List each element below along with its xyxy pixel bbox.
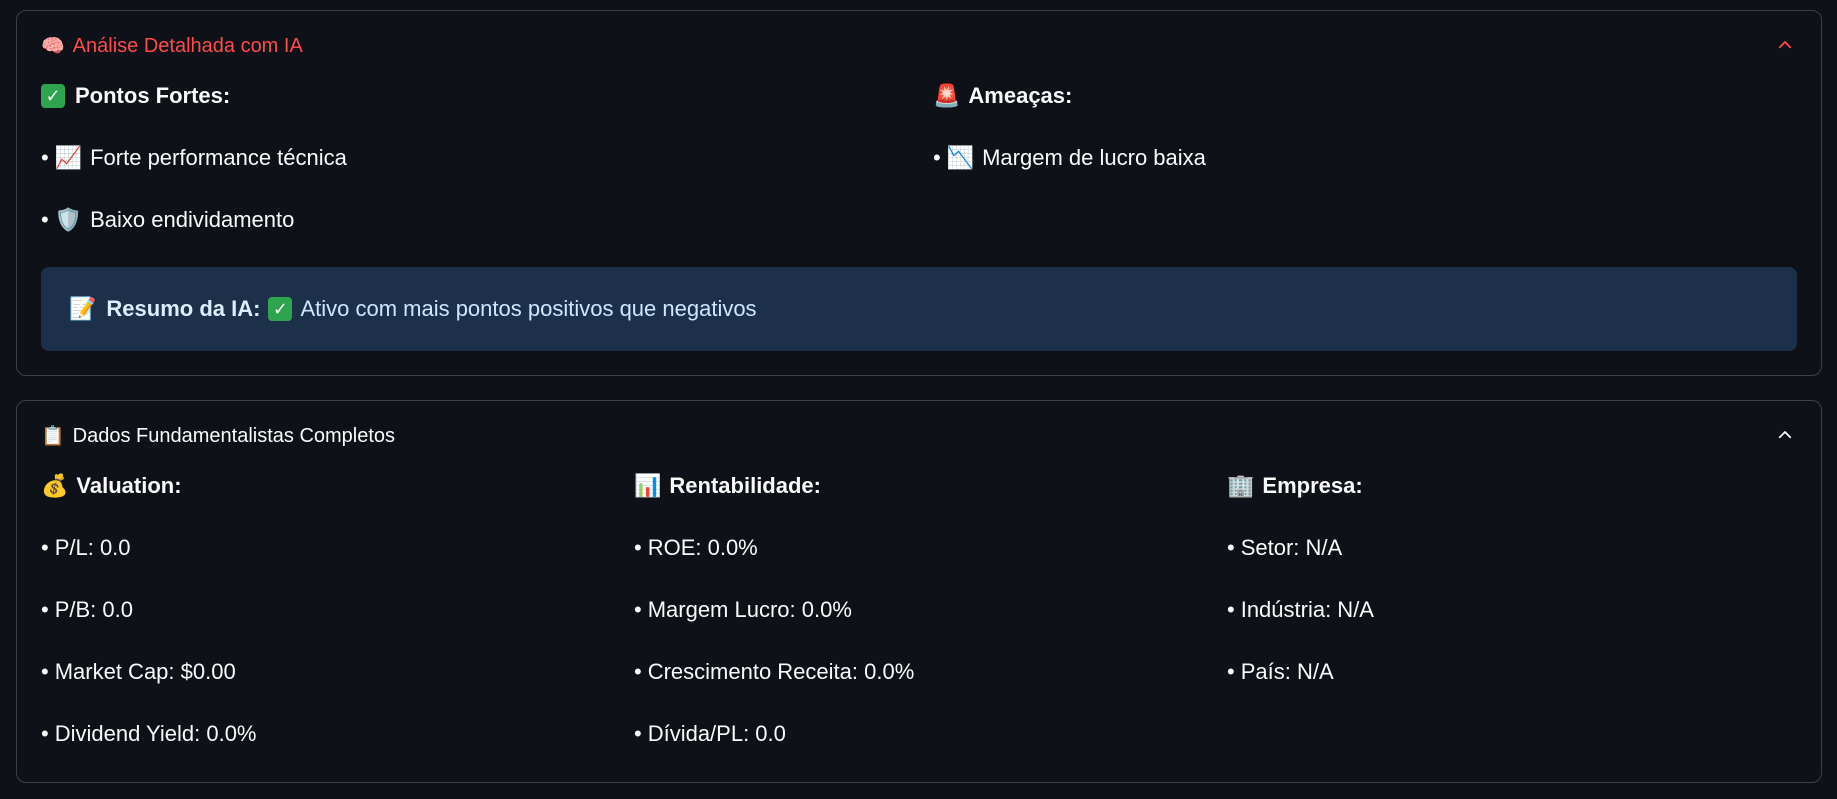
company-column: 🏢 Empresa: • Setor: N/A • Indústria: N/A •… — [1227, 471, 1374, 687]
strengths-title-text: Pontos Fortes: — [75, 83, 231, 108]
summary-text: Ativo com mais pontos positivos que nega… — [300, 296, 757, 321]
memo-icon: 📝 — [69, 296, 97, 321]
list-item: • Market Cap: $0.00 — [41, 657, 257, 687]
chart-increasing-icon: 📈 — [54, 145, 83, 170]
bullet-dot: • — [41, 207, 49, 232]
list-item: • P/B: 0.0 — [41, 595, 257, 625]
company-title: 🏢 Empresa: — [1227, 471, 1374, 501]
chevron-up-icon[interactable] — [1773, 33, 1797, 57]
bullet-dot: • — [1227, 535, 1235, 560]
shield-icon: 🛡️ — [54, 207, 83, 232]
valuation-item: P/L: 0.0 — [54, 535, 131, 560]
list-item: • P/L: 0.0 — [41, 533, 257, 563]
ai-analysis-expander-header[interactable]: 🧠 Análise Detalhada com IA — [41, 31, 1797, 61]
bullet-dot: • — [41, 597, 49, 622]
fundamentals-expander-header[interactable]: 📋 Dados Fundamentalistas Completos — [41, 421, 1797, 451]
ai-analysis-title: Análise Detalhada com IA — [72, 35, 303, 57]
threats-title: 🚨 Ameaças: — [933, 81, 1206, 111]
bullet-dot: • — [41, 659, 49, 684]
list-item: • País: N/A — [1227, 657, 1374, 687]
chevron-up-icon[interactable] — [1773, 423, 1797, 447]
ai-analysis-expander: 🧠 Análise Detalhada com IA ✓ Pontos Fort… — [16, 10, 1822, 376]
bullet-dot: • — [634, 597, 642, 622]
summary-title: Resumo da IA: — [106, 296, 261, 321]
profitability-title: 📊 Rentabilidade: — [634, 471, 914, 501]
bullet-dot: • — [41, 145, 49, 170]
profitability-item: ROE: 0.0% — [647, 535, 758, 560]
strength-text: Baixo endividamento — [90, 207, 295, 232]
bullet-dot: • — [634, 721, 642, 746]
list-item: • Indústria: N/A — [1227, 595, 1374, 625]
valuation-title: 💰 Valuation: — [41, 471, 257, 501]
valuation-title-text: Valuation: — [76, 473, 182, 498]
valuation-item: Dividend Yield: 0.0% — [54, 721, 257, 746]
money-bag-icon: 💰 — [41, 473, 69, 498]
check-badge-icon: ✓ — [41, 84, 65, 108]
ai-summary-box: 📝 Resumo da IA: ✓ Ativo com mais pontos … — [41, 267, 1797, 351]
strength-text: Forte performance técnica — [90, 145, 347, 170]
bar-chart-icon: 📊 — [634, 473, 662, 498]
bullet-dot: • — [634, 535, 642, 560]
valuation-column: 💰 Valuation: • P/L: 0.0 • P/B: 0.0 • Market… — [41, 471, 257, 749]
company-item: Setor: N/A — [1240, 535, 1343, 560]
threat-text: Margem de lucro baixa — [982, 145, 1206, 170]
valuation-item: P/B: 0.0 — [54, 597, 133, 622]
chart-decreasing-icon: 📉 — [946, 145, 975, 170]
fundamentals-expander: 📋 Dados Fundamentalistas Completos 💰 Val… — [16, 400, 1822, 783]
check-badge-icon: ✓ — [268, 297, 293, 321]
bullet-dot: • — [1227, 659, 1235, 684]
bullet-dot: • — [41, 535, 49, 560]
profitability-column: 📊 Rentabilidade: • ROE: 0.0% • Margem Lucr… — [634, 471, 914, 749]
threats-column: 🚨 Ameaças: • 📉 Margem de lucro baixa — [933, 81, 1206, 173]
bullet-dot: • — [933, 145, 941, 170]
list-item: • 📈 Forte performance técnica — [41, 143, 347, 173]
profitability-title-text: Rentabilidade: — [669, 473, 821, 498]
fundamentals-title: Dados Fundamentalistas Completos — [72, 425, 396, 447]
profitability-item: Margem Lucro: 0.0% — [647, 597, 852, 622]
profitability-item: Dívida/PL: 0.0 — [647, 721, 786, 746]
strengths-column: ✓ Pontos Fortes: • 📈 Forte performance t… — [41, 81, 347, 235]
company-item: País: N/A — [1240, 659, 1334, 684]
brain-icon: 🧠 — [41, 35, 65, 57]
bullet-dot: • — [1227, 597, 1235, 622]
list-item: • 📉 Margem de lucro baixa — [933, 143, 1206, 173]
siren-icon: 🚨 — [933, 83, 961, 108]
list-item: • 🛡️ Baixo endividamento — [41, 205, 347, 235]
company-item: Indústria: N/A — [1240, 597, 1374, 622]
profitability-item: Crescimento Receita: 0.0% — [647, 659, 915, 684]
bullet-dot: • — [634, 659, 642, 684]
list-item: • Dívida/PL: 0.0 — [634, 719, 914, 749]
threats-title-text: Ameaças: — [968, 83, 1073, 108]
bullet-dot: • — [41, 721, 49, 746]
list-item: • ROE: 0.0% — [634, 533, 914, 563]
list-item: • Crescimento Receita: 0.0% — [634, 657, 914, 687]
company-title-text: Empresa: — [1262, 473, 1363, 498]
strengths-title: ✓ Pontos Fortes: — [41, 81, 347, 111]
clipboard-icon: 📋 — [41, 425, 65, 447]
list-item: • Setor: N/A — [1227, 533, 1374, 563]
list-item: • Dividend Yield: 0.0% — [41, 719, 257, 749]
valuation-item: Market Cap: $0.00 — [54, 659, 236, 684]
office-building-icon: 🏢 — [1227, 473, 1255, 498]
list-item: • Margem Lucro: 0.0% — [634, 595, 914, 625]
